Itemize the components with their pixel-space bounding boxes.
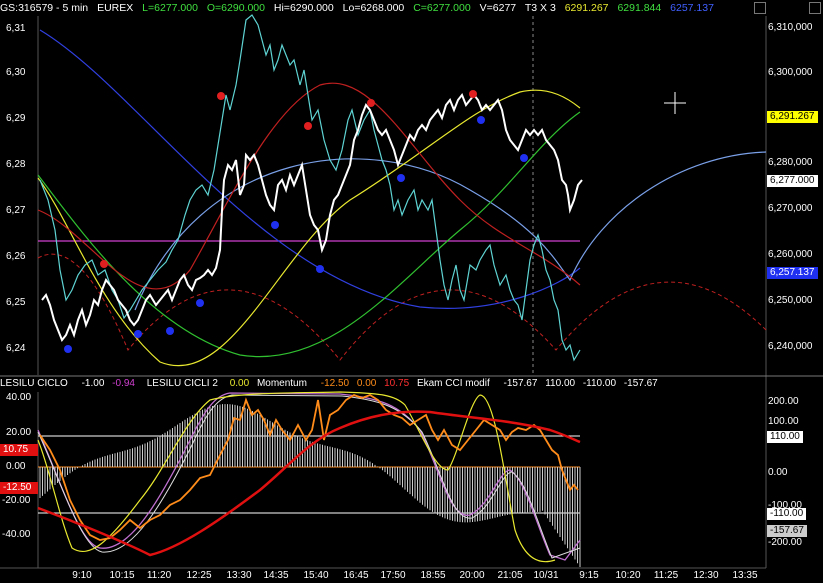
- time-tick: 11:25: [653, 570, 679, 581]
- yellow-curve: [37, 89, 581, 367]
- time-tick: 9:15: [579, 570, 599, 581]
- cci-name: Ekam CCI modif: [416, 378, 490, 389]
- cycle-arcs: [37, 253, 767, 361]
- cicli2-line: [37, 392, 581, 561]
- price-line: [41, 93, 583, 342]
- osc-tick-right: 200.00: [768, 396, 799, 407]
- cci-neg-level-badge: -110.00: [767, 508, 807, 520]
- osc-tick-left: 40.00: [6, 392, 32, 403]
- last-price-badge: 6,277.000: [767, 175, 818, 187]
- cci-value2: 110.00: [545, 378, 576, 389]
- price-tick-left: 6,26: [6, 251, 26, 262]
- price-tick-right: 6,270,000: [768, 203, 813, 214]
- blue-price-badge: 6,257.137: [767, 267, 818, 279]
- time-tick: 12:25: [186, 570, 212, 581]
- time-tick: 11:20: [146, 570, 172, 581]
- time-tick: 9:10: [72, 570, 92, 581]
- price-tick-right: 6,260,000: [768, 249, 813, 260]
- momentum-value2: 0.00: [356, 378, 377, 389]
- cicli2-value1: 0.00: [229, 378, 250, 389]
- ciclo-name: LESILU CICLO: [0, 378, 68, 389]
- price-tick-right: 6,300,000: [768, 67, 813, 78]
- osc-tick-left: -20.00: [2, 495, 31, 506]
- price-tick-left: 6,28: [6, 159, 26, 170]
- time-tick: 10:15: [109, 570, 135, 581]
- price-tick-right: 6,310,000: [768, 22, 813, 33]
- time-tick: 10:20: [615, 570, 641, 581]
- chart-canvas[interactable]: [0, 0, 823, 583]
- blue-curve: [39, 29, 581, 309]
- cci-level-badge: 110.00: [767, 431, 803, 443]
- cci-value4: -157.67: [623, 378, 658, 389]
- blue-signal-dots: [64, 116, 528, 353]
- time-tick: 15:40: [303, 570, 329, 581]
- momentum-left-badge-2: -12.50: [0, 482, 38, 494]
- indicator-header: LESILU CICLO -1.00 -0.94 LESILU CICLI 2 …: [0, 377, 823, 391]
- time-tick: 13:30: [226, 570, 252, 581]
- price-tick-left: 6,24: [6, 343, 26, 354]
- momentum-left-badge: 10.75: [0, 444, 38, 456]
- price-tick-left: 6,30: [6, 67, 26, 78]
- price-tick-left: 6,31: [6, 23, 26, 34]
- cci-value3: -110.00: [582, 378, 617, 389]
- green-curve: [37, 111, 581, 358]
- time-tick: 20:00: [459, 570, 485, 581]
- cyan-line: [39, 14, 581, 362]
- time-tick: 10/31: [533, 570, 559, 581]
- crosshair-cursor: [664, 92, 686, 114]
- ciclo-value2: -0.94: [112, 378, 135, 389]
- time-tick: 16:45: [343, 570, 369, 581]
- ciclo-value1: -1.00: [81, 378, 105, 389]
- time-tick: 13:35: [732, 570, 758, 581]
- osc-tick-right: 100.00: [768, 416, 799, 427]
- time-tick: 14:35: [263, 570, 289, 581]
- price-tick-left: 6,29: [6, 113, 26, 124]
- osc-tick-right: -200.00: [768, 537, 802, 548]
- time-tick: 21:05: [497, 570, 523, 581]
- osc-tick-left: -40.00: [2, 529, 31, 540]
- momentum-value1: -12.50: [320, 378, 350, 389]
- osc-tick-right: 0.00: [768, 467, 788, 478]
- time-tick: 12:30: [693, 570, 719, 581]
- cci-line: [37, 410, 581, 557]
- osc-tick-left: 0.00: [6, 461, 26, 472]
- momentum-name: Momentum: [256, 378, 307, 389]
- price-tick-right: 6,280,000: [768, 157, 813, 168]
- cicli2-name: LESILU CICLI 2: [146, 378, 218, 389]
- price-tick-right: 6,240,000: [768, 341, 813, 352]
- ciclo-line: [37, 394, 581, 559]
- osc-tick-left: 20.00: [6, 427, 32, 438]
- price-tick-left: 6,25: [6, 297, 26, 308]
- time-tick: 17:50: [380, 570, 406, 581]
- momentum-value3: 10.75: [384, 378, 410, 389]
- yellow-price-badge: 6,291.267: [767, 111, 818, 123]
- cci-value1: -157.67: [503, 378, 538, 389]
- time-tick: 18:55: [420, 570, 446, 581]
- cci-value-badge: -157.67: [767, 525, 807, 537]
- red-curve: [37, 82, 581, 290]
- price-tick-left: 6,27: [6, 205, 26, 216]
- price-tick-right: 6,250,000: [768, 295, 813, 306]
